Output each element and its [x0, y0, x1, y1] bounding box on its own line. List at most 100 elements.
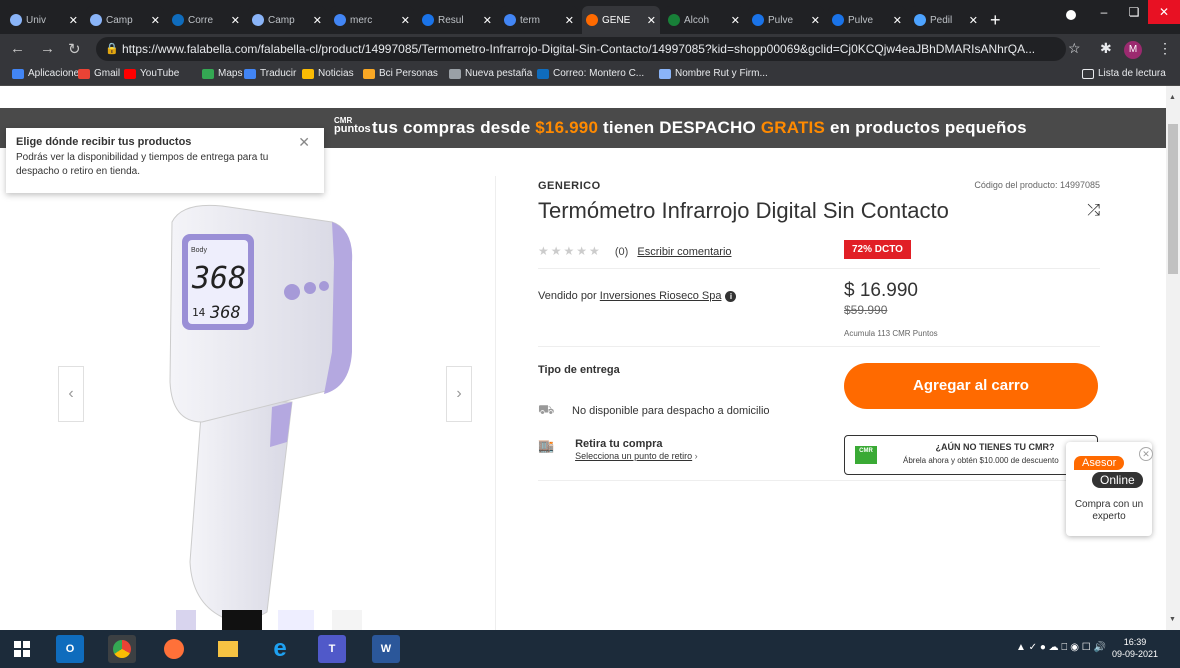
- scrollbar-thumb[interactable]: [1168, 124, 1178, 274]
- popup-title: Elige dónde recibir tus productos: [16, 136, 192, 148]
- tab-close-icon[interactable]: ✕: [228, 14, 240, 27]
- menu-icon[interactable]: ⋮: [1158, 40, 1172, 57]
- new-tab-button[interactable]: +: [990, 10, 1001, 31]
- bookmark-item[interactable]: Correo: Montero C...: [537, 68, 644, 79]
- browser-tab[interactable]: Pedil ✕: [910, 6, 982, 34]
- tab-close-icon[interactable]: ✕: [398, 14, 410, 27]
- browser-tab[interactable]: Resul ✕: [418, 6, 496, 34]
- tray-icons[interactable]: ▲ ✓ ● ☁ ⎕ ◉ ☐ 🔊: [1016, 642, 1106, 653]
- write-review-link[interactable]: Escribir comentario: [637, 246, 731, 258]
- reload-icon[interactable]: ↻: [68, 40, 81, 58]
- browser-tab[interactable]: Corre ✕: [168, 6, 244, 34]
- close-icon[interactable]: ✕: [1139, 447, 1153, 461]
- back-icon[interactable]: ←: [10, 40, 25, 57]
- tab-close-icon[interactable]: ✕: [890, 14, 902, 27]
- browser-tab[interactable]: Pulve ✕: [748, 6, 824, 34]
- browser-tab[interactable]: merc ✕: [330, 6, 414, 34]
- thumbnail-4[interactable]: [332, 610, 362, 630]
- thumbnail-2[interactable]: [222, 610, 262, 630]
- internet-explorer-icon[interactable]: e: [266, 635, 294, 663]
- delivery-title: Tipo de entrega: [538, 364, 620, 376]
- promo-part1: tus compras desde: [372, 118, 536, 137]
- bookmark-item[interactable]: Noticias: [302, 68, 354, 79]
- bookmark-item[interactable]: Gmail: [78, 68, 120, 79]
- pickup-row[interactable]: 🏬 Retira tu compra Selecciona un punto d…: [538, 438, 698, 462]
- tab-close-icon[interactable]: ✕: [66, 14, 78, 27]
- restore-icon[interactable]: ❏: [1118, 0, 1150, 24]
- tab-close-icon[interactable]: ✕: [148, 14, 160, 27]
- bookmark-star-icon[interactable]: ☆: [1068, 40, 1081, 57]
- seller-link[interactable]: Inversiones Rioseco Spa: [600, 290, 722, 302]
- browser-tab[interactable]: Alcoh ✕: [664, 6, 744, 34]
- bookmark-label: Gmail: [94, 68, 121, 79]
- bookmark-item[interactable]: YouTube: [124, 68, 179, 79]
- tab-strip: Univ ✕ Camp ✕ Corre ✕ Camp ✕ merc ✕ Resul ✕ term ✕ GEN…: [0, 0, 1180, 34]
- bookmark-item[interactable]: Nombre Rut y Firm...: [659, 68, 768, 79]
- divider: [538, 480, 1100, 481]
- product-image[interactable]: Body 368 14 368: [142, 202, 392, 630]
- rating-row: ★★★★★ (0) Escribir comentario: [538, 244, 732, 258]
- bookmark-icon: [202, 68, 214, 79]
- tab-close-icon[interactable]: ✕: [728, 14, 740, 27]
- file-explorer-icon[interactable]: [214, 635, 242, 663]
- teams-icon[interactable]: T: [318, 635, 346, 663]
- cmr-card-promo[interactable]: CMR ¿AÚN NO TIENES TU CMR? Ábrela ahora …: [844, 435, 1098, 475]
- share-icon[interactable]: ⤮: [1087, 202, 1100, 220]
- tab-close-icon[interactable]: ✕: [480, 14, 492, 27]
- tab-close-icon[interactable]: ✕: [310, 14, 322, 27]
- thumbnail-1[interactable]: [176, 610, 196, 630]
- page-scrollbar[interactable]: ▲ ▼: [1166, 86, 1180, 630]
- windows-start-icon[interactable]: [8, 635, 36, 663]
- cmr-desc: Ábrela ahora y obtén $10.000 de descuent…: [903, 456, 1059, 465]
- url-input[interactable]: 🔒 https://www.falabella.com/falabella-cl…: [96, 37, 1066, 61]
- browser-tab[interactable]: term ✕: [500, 6, 578, 34]
- product-brand[interactable]: GENERICO: [538, 180, 601, 192]
- browser-tab[interactable]: Camp ✕: [86, 6, 164, 34]
- gallery-prev-button[interactable]: ‹: [58, 366, 84, 422]
- profile-dot-icon[interactable]: [1066, 10, 1076, 20]
- reading-list[interactable]: Lista de lectura: [1082, 68, 1166, 79]
- tab-close-icon[interactable]: ✕: [966, 14, 978, 27]
- bookmark-item[interactable]: Aplicaciones: [12, 68, 84, 79]
- lock-icon: 🔒: [105, 43, 119, 55]
- bookmark-item[interactable]: Maps: [202, 68, 242, 79]
- scroll-up-icon[interactable]: ▲: [1169, 94, 1176, 101]
- browser-tab[interactable]: GENE ✕: [582, 6, 660, 34]
- bookmark-label: Noticias: [318, 68, 354, 79]
- add-to-cart-button[interactable]: Agregar al carro: [844, 363, 1098, 409]
- forward-icon[interactable]: →: [40, 40, 55, 57]
- reading-list-icon: [1082, 68, 1094, 79]
- bookmark-item[interactable]: Nueva pestaña: [449, 68, 532, 79]
- word-icon[interactable]: W: [372, 635, 400, 663]
- gallery-next-button[interactable]: ›: [446, 366, 472, 422]
- tab-close-icon[interactable]: ✕: [644, 14, 656, 27]
- extensions-icon[interactable]: ✱: [1100, 40, 1112, 57]
- firefox-icon[interactable]: [160, 635, 188, 663]
- info-icon[interactable]: i: [725, 291, 737, 302]
- thumbnail-3[interactable]: [278, 610, 314, 630]
- tab-favicon-icon: [334, 14, 346, 26]
- scroll-down-icon[interactable]: ▼: [1169, 616, 1176, 623]
- bookmark-item[interactable]: Bci Personas: [363, 68, 438, 79]
- pickup-link[interactable]: Selecciona un punto de retiro: [575, 451, 692, 461]
- promo-part2: tienen DESPACHO: [598, 118, 761, 137]
- avatar[interactable]: M: [1124, 41, 1142, 59]
- tab-close-icon[interactable]: ✕: [562, 14, 574, 27]
- bookmark-item[interactable]: Traducir: [244, 68, 296, 79]
- bookmarks-bar: Aplicaciones Gmail YouTube Maps Traducir Noti…: [0, 64, 1180, 86]
- bookmark-icon: [124, 68, 136, 79]
- bookmark-label: Nueva pestaña: [465, 68, 533, 79]
- tab-favicon-icon: [172, 14, 184, 26]
- browser-tab[interactable]: Pulve ✕: [828, 6, 906, 34]
- outlook-icon[interactable]: O: [56, 635, 84, 663]
- system-clock[interactable]: 16:39 09-09-2021: [1112, 636, 1158, 660]
- close-icon[interactable]: ✕: [298, 134, 310, 151]
- tab-favicon-icon: [586, 14, 598, 26]
- minimize-icon[interactable]: –: [1088, 0, 1120, 24]
- browser-tab[interactable]: Camp ✕: [248, 6, 326, 34]
- browser-tab[interactable]: Univ ✕: [6, 6, 82, 34]
- tab-close-icon[interactable]: ✕: [808, 14, 820, 27]
- store-icon: 🏬: [538, 438, 555, 453]
- chrome-icon[interactable]: [108, 635, 136, 663]
- close-window-icon[interactable]: ✕: [1148, 0, 1180, 24]
